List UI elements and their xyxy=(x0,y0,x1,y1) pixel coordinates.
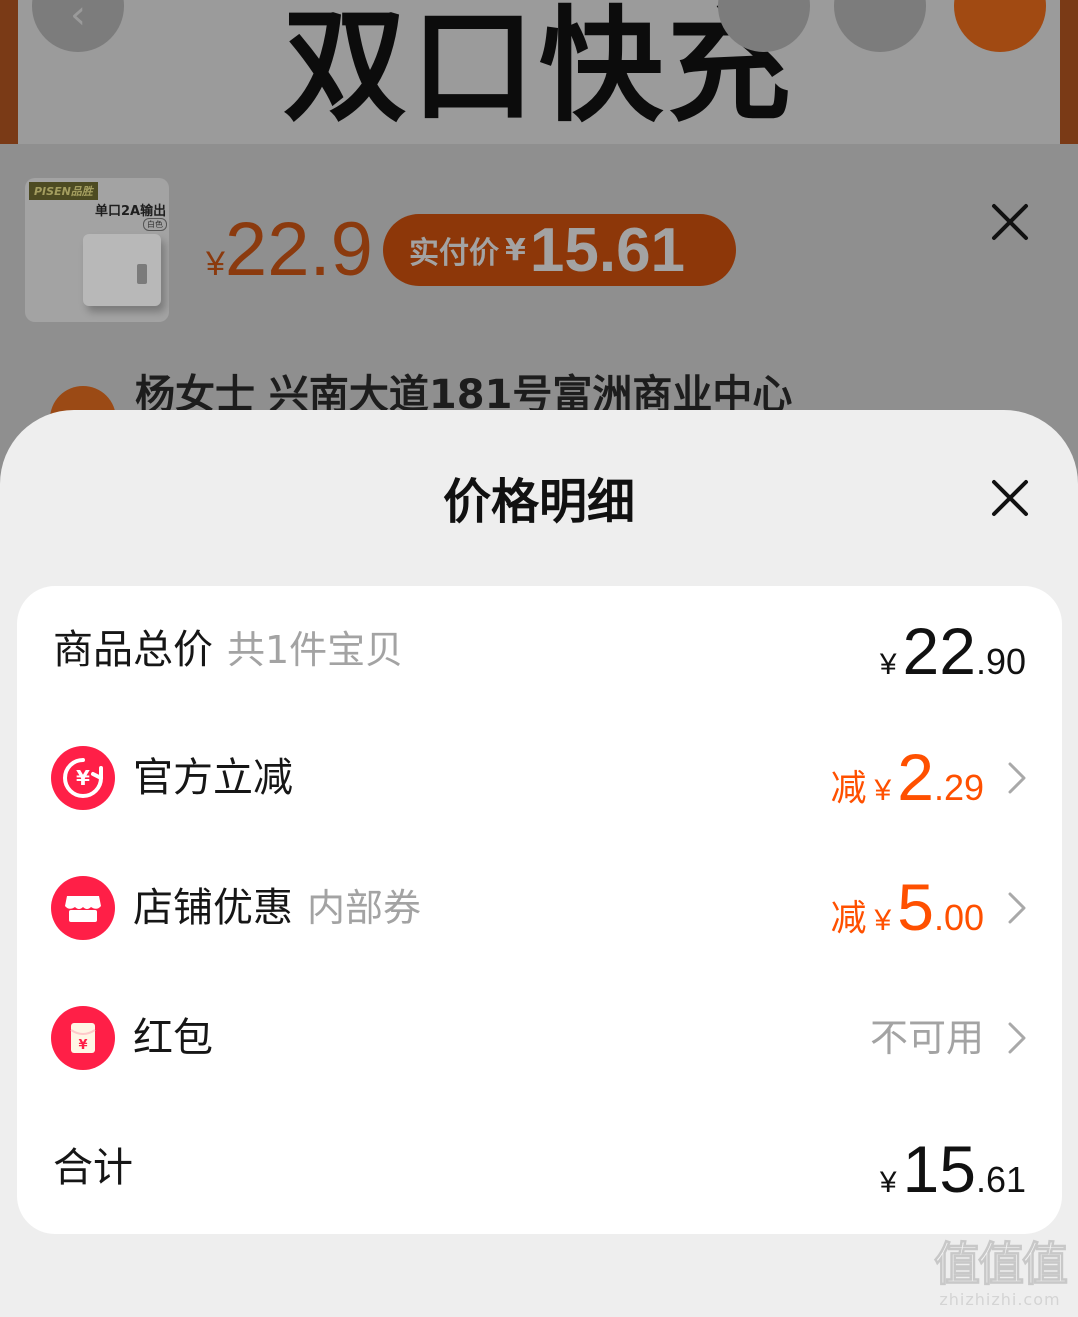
amount-integer: 22 xyxy=(902,614,976,688)
thumbnail-caption: 单口2A输出 xyxy=(95,204,167,219)
shop-coupon-amount: 减 ¥5.00 xyxy=(831,874,984,940)
sum-amount: ¥15.61 xyxy=(880,1136,1026,1202)
price-symbol: ¥ xyxy=(206,245,225,283)
svg-text:¥: ¥ xyxy=(78,1038,87,1053)
row-total-price: 商品总价 共1件宝贝 ¥22.90 xyxy=(17,600,1062,700)
close-icon[interactable] xyxy=(986,474,1034,522)
watermark-url: zhizhizhi.com xyxy=(939,1290,1061,1309)
row-official-discount[interactable]: ¥ 官方立减 减 ¥2.29 xyxy=(17,728,1062,828)
product-price: ¥22.9 xyxy=(206,208,373,306)
amount-decimal: .00 xyxy=(933,897,984,938)
row-red-packet[interactable]: ¥ 红包 不可用 xyxy=(17,988,1062,1088)
price-breakdown-card: 商品总价 共1件宝贝 ¥22.90 ¥ 官方立减 减 ¥2.29 店铺优惠 内部… xyxy=(17,586,1062,1234)
actual-pay-symbol: ¥ xyxy=(505,232,526,268)
price-value: 22.9 xyxy=(224,207,373,292)
row-label: 商品总价 共1件宝贝 xyxy=(53,626,403,674)
row-label: 店铺优惠 内部券 xyxy=(133,884,421,932)
amount-integer: 2 xyxy=(897,740,934,814)
discount-prefix: 减 xyxy=(830,898,867,939)
row-sum: 合计 ¥15.61 xyxy=(17,1118,1062,1218)
shop-coupon-label: 店铺优惠 xyxy=(133,885,293,931)
actual-pay-value: 15.61 xyxy=(529,215,686,285)
yen-symbol: ¥ xyxy=(879,648,897,681)
amount-integer: 5 xyxy=(897,870,934,944)
red-packet-icon: ¥ xyxy=(51,1006,115,1070)
yuan-coupon-icon: ¥ xyxy=(51,746,115,810)
chevron-right-icon xyxy=(1008,1022,1026,1054)
close-icon[interactable] xyxy=(986,198,1034,246)
brand-logo: PISEN品胜 xyxy=(29,182,98,200)
amount-decimal: .61 xyxy=(975,1159,1026,1200)
product-thumbnail[interactable]: PISEN品胜 单口2A输出 白色 xyxy=(25,178,169,322)
yen-symbol: ¥ xyxy=(879,1166,897,1199)
amount-decimal: .29 xyxy=(933,767,984,808)
sheet-title: 价格明细 xyxy=(442,474,635,530)
coupon-type: 内部券 xyxy=(307,886,422,930)
charger-image xyxy=(83,234,161,306)
total-price-label: 商品总价 xyxy=(53,627,213,673)
thumbnail-badge: 白色 xyxy=(143,218,167,231)
total-price-amount: ¥22.90 xyxy=(880,618,1026,684)
discount-prefix: 减 xyxy=(830,768,867,809)
sum-label: 合计 xyxy=(53,1145,133,1191)
actual-pay-pill[interactable]: 实付价 ¥ 15.61 xyxy=(383,214,736,286)
row-shop-coupon[interactable]: 店铺优惠 内部券 减 ¥5.00 xyxy=(17,858,1062,958)
price-detail-sheet: 价格明细 商品总价 共1件宝贝 ¥22.90 ¥ 官方立减 减 ¥2.29 店铺… xyxy=(0,410,1078,1317)
svg-text:¥: ¥ xyxy=(76,766,90,790)
yen-symbol: ¥ xyxy=(874,774,892,807)
red-packet-status: 不可用 xyxy=(869,1016,984,1060)
yen-symbol: ¥ xyxy=(874,904,892,937)
official-discount-label: 官方立减 xyxy=(133,755,293,801)
watermark-logo: 值值值 xyxy=(934,1237,1069,1291)
store-icon xyxy=(51,876,115,940)
official-discount-amount: 减 ¥2.29 xyxy=(831,744,984,810)
amount-decimal: .90 xyxy=(975,641,1026,682)
chevron-right-icon xyxy=(1008,762,1026,794)
amount-integer: 15 xyxy=(902,1132,976,1206)
red-packet-label: 红包 xyxy=(133,1015,213,1061)
actual-pay-label: 实付价 xyxy=(409,236,499,271)
item-count: 共1件宝贝 xyxy=(227,628,404,672)
chevron-right-icon xyxy=(1008,892,1026,924)
product-banner: 双口快充 ‹ xyxy=(0,0,1078,144)
site-watermark: 值值值 zhizhizhi.com xyxy=(928,1237,1072,1310)
